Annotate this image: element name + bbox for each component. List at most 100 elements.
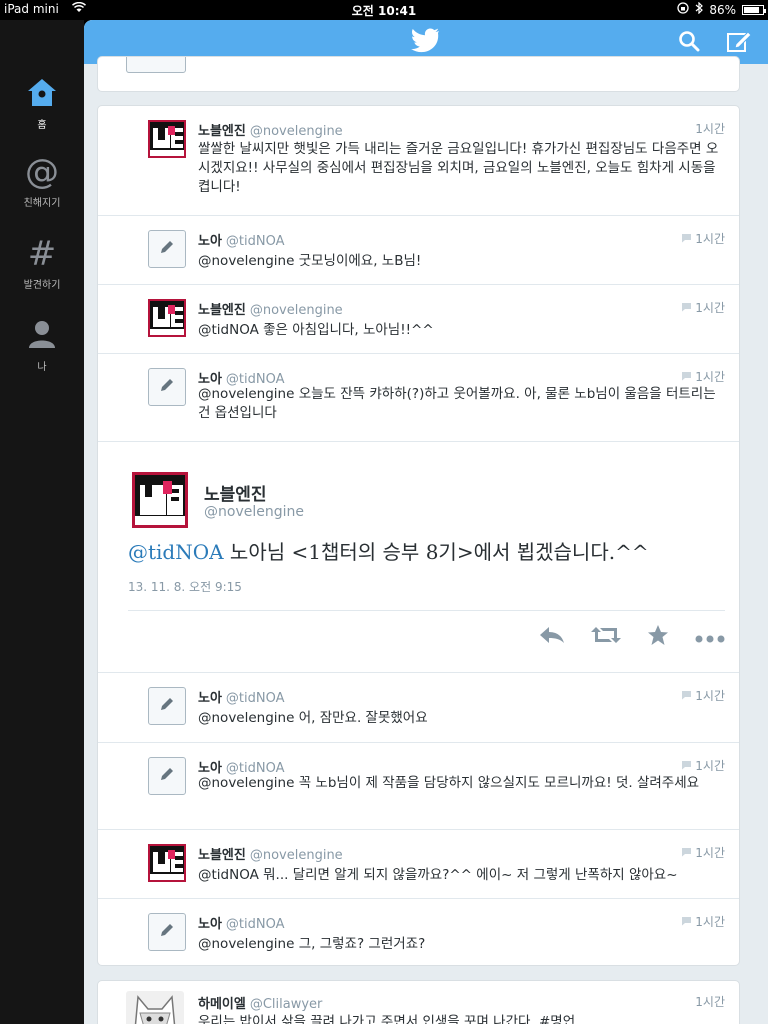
tweet-time: 1시간 — [681, 913, 725, 930]
avatar[interactable] — [148, 368, 186, 406]
tweet-text: @tidNOA 좋은 아침입니다, 노아님!!^^ — [198, 322, 434, 338]
tweet-handle: @tidNOA — [225, 691, 285, 706]
tweet-time: 1시간 — [695, 122, 725, 136]
tweet-item[interactable]: 노블엔진 @novelengine 1시간 @tidNOA 좋은 아침입니다, 노… — [98, 284, 739, 353]
tweet-author[interactable]: 노블엔진 @novelengine — [198, 844, 343, 863]
tweet-item[interactable]: 노아 @tidNOA 1시간 @novelengine 꼭 노b님이 제 작품을 … — [98, 742, 739, 829]
tweet-time: 1시간 — [681, 368, 725, 385]
retweet-icon[interactable] — [591, 625, 621, 649]
clock: 오전 10:41 — [351, 4, 417, 18]
sidebar-item-me[interactable]: 나 — [0, 318, 84, 373]
tweet-item[interactable]: 노아 @tidNOA 1시간 @novelengine 오늘도 잔뜩 캬하하(?)… — [98, 353, 739, 441]
sidebar-item-label: 친해지기 — [23, 198, 61, 209]
favorite-icon[interactable] — [647, 624, 669, 650]
tweet-time: 1시간 — [681, 757, 725, 774]
tweet-author[interactable]: 노아 @tidNOA — [198, 230, 285, 249]
bluetooth-icon — [695, 1, 704, 17]
rotation-lock-icon — [677, 2, 689, 17]
pencil-icon — [158, 765, 176, 787]
next-tweet-card[interactable]: 하메이엘 @Clilawyer 1시간 우리는 밥이서 삶을 끌려 나가고 주면서… — [97, 980, 740, 1024]
tweet-item[interactable]: 노아 @tidNOA 1시간 @novelengine 어, 잠만요. 잘못했어요 — [98, 672, 739, 742]
tweet-actions — [539, 624, 725, 650]
focused-tweet-text: @tidNOA 노아님 <1챕터의 승부 8기>에서 뵙겠습니다.^^ — [128, 540, 649, 564]
pencil-icon — [158, 921, 176, 943]
sidebar: 홈 @ 친해지기 # 발견하기 나 — [0, 20, 84, 1024]
avatar[interactable] — [126, 991, 184, 1024]
timeline-panel: 노블엔진 @novelengine 1시간 쌀쌀한 날씨지만 햇빛은 가득 내리는… — [84, 20, 768, 1024]
person-icon — [0, 318, 84, 354]
focused-tweet: 노블엔진 @novelengine @tidNOA 노아님 <1챕터의 승부 8… — [98, 441, 739, 672]
tweet-text: @novelengine 굿모닝이에요, 노B님! — [198, 253, 422, 269]
tweet-time: 1시간 — [681, 687, 725, 704]
battery-icon — [742, 4, 766, 15]
reply-icon[interactable] — [539, 626, 565, 648]
tweet-handle: @Clilawyer — [249, 997, 323, 1012]
sidebar-item-label: 나 — [37, 362, 47, 373]
tweet-item[interactable]: 하메이엘 @Clilawyer 1시간 우리는 밥이서 삶을 끌려 나가고 주면서… — [98, 981, 739, 1024]
focused-tweet-handle[interactable]: @novelengine — [204, 504, 304, 520]
tweet-text: @novelengine 어, 잠만요. 잘못했어요 — [198, 710, 428, 726]
avatar — [126, 57, 186, 73]
tweet-item[interactable]: 노블엔진 @novelengine 1시간 @tidNOA 뭐... 달리면 알게… — [98, 829, 739, 898]
tweet-time: 1시간 — [681, 299, 725, 316]
avatar[interactable] — [148, 913, 186, 951]
tweet-author[interactable]: 노블엔진 @novelengine — [198, 299, 343, 318]
tweet-author[interactable]: 노아 @tidNOA — [198, 687, 285, 706]
avatar[interactable] — [148, 299, 186, 337]
divider — [128, 610, 725, 611]
sidebar-item-label: 발견하기 — [23, 280, 61, 291]
more-icon[interactable] — [695, 628, 725, 647]
reply-bubble-icon — [681, 915, 692, 929]
tweet-text: @novelengine 꼭 노b님이 제 작품을 담당하지 않으실지도 모르니… — [198, 775, 700, 791]
tweet-handle: @novelengine — [249, 303, 343, 318]
home-icon — [0, 76, 84, 112]
tweet-time: 1시간 — [681, 230, 725, 247]
sidebar-item-discover[interactable]: # 발견하기 — [0, 236, 84, 291]
hash-icon: # — [27, 234, 57, 274]
tweet-handle: @tidNOA — [225, 234, 285, 249]
reply-bubble-icon — [681, 689, 692, 703]
tweet-time: 1시간 — [695, 995, 725, 1009]
conversation-card: 노블엔진 @novelengine 1시간 쌀쌀한 날씨지만 햇빛은 가득 내리는… — [97, 105, 740, 966]
avatar[interactable] — [148, 687, 186, 725]
focused-tweet-timestamp: 13. 11. 8. 오전 9:15 — [128, 580, 242, 594]
tweet-item[interactable]: 노블엔진 @novelengine 1시간 쌀쌀한 날씨지만 햇빛은 가득 내리는… — [98, 106, 739, 215]
avatar[interactable] — [132, 472, 188, 528]
compose-icon[interactable] — [726, 29, 752, 57]
tweet-item[interactable]: 노아 @tidNOA 1시간 @novelengine 그, 그렇죠? 그런거죠? — [98, 898, 739, 965]
avatar[interactable] — [148, 844, 186, 882]
at-icon: @ — [25, 152, 59, 192]
pencil-icon — [158, 376, 176, 398]
bird-icon — [410, 28, 440, 58]
tweet-handle: @novelengine — [249, 848, 343, 863]
pencil-icon — [158, 238, 176, 260]
tweet-handle: @tidNOA — [225, 917, 285, 932]
avatar[interactable] — [148, 230, 186, 268]
tweet-author[interactable]: 노블엔진 @novelengine — [198, 120, 343, 139]
avatar[interactable] — [148, 120, 186, 158]
reply-bubble-icon — [681, 846, 692, 860]
mention-link[interactable]: @tidNOA — [128, 540, 224, 564]
tweet-text: @novelengine 오늘도 잔뜩 캬하하(?)하고 웃어볼까요. 아, 물… — [198, 386, 716, 421]
sidebar-item-home[interactable]: 홈 — [0, 76, 84, 131]
avatar[interactable] — [148, 757, 186, 795]
tweet-text: @novelengine 그, 그렇죠? 그런거죠? — [198, 936, 426, 952]
reply-bubble-icon — [681, 232, 692, 246]
tweet-author[interactable]: 노아 @tidNOA — [198, 913, 285, 932]
previous-tweet-card[interactable] — [97, 56, 740, 92]
search-icon[interactable] — [678, 30, 700, 56]
tweet-author[interactable]: 하메이엘 @Clilawyer — [198, 993, 322, 1012]
focused-tweet-author[interactable]: 노블엔진 — [204, 480, 267, 505]
tweet-text: 쌀쌀한 날씨지만 햇빛은 가득 내리는 즐거운 금요일입니다! 휴가가신 편집장… — [198, 141, 719, 195]
tweet-handle: @novelengine — [249, 124, 343, 139]
tweet-text: 우리는 밥이서 삶을 끌려 나가고 주면서 인생을 꾸며 나간다. #명언 — [198, 1014, 576, 1024]
sidebar-item-connect[interactable]: @ 친해지기 — [0, 154, 84, 209]
sidebar-item-label: 홈 — [37, 120, 47, 131]
tweet-item[interactable]: 노아 @tidNOA 1시간 @novelengine 굿모닝이에요, 노B님! — [98, 215, 739, 284]
reply-bubble-icon — [681, 301, 692, 315]
pencil-icon — [158, 695, 176, 717]
reply-bubble-icon — [681, 370, 692, 384]
battery-percent: 86% — [709, 2, 736, 17]
status-bar: iPad mini 오전 10:41 86% — [0, 0, 768, 20]
tweet-text: @tidNOA 뭐... 달리면 알게 되지 않을까요?^^ 에이~ 저 그렇게… — [198, 867, 678, 883]
